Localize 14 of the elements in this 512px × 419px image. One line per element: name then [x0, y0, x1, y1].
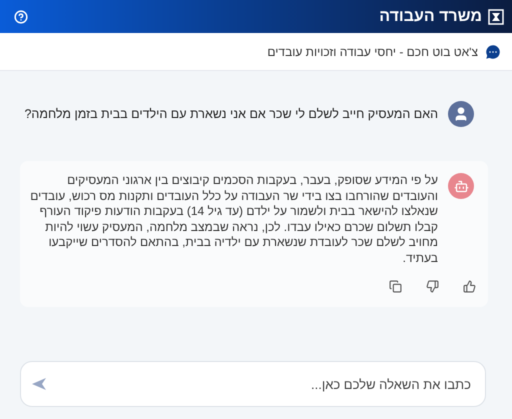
chat-bubble-icon [484, 42, 502, 60]
copy-button[interactable] [389, 280, 402, 293]
question-field[interactable]: כתבו את השאלה שלכם כאן... [20, 361, 486, 407]
chat-title: צ'אט בוט חכם - יחסי עבודה וזכויות עובדים [267, 44, 478, 58]
help-icon[interactable] [14, 10, 28, 24]
header-title: משרד העבודה [379, 8, 482, 26]
user-avatar-icon [448, 101, 474, 127]
thumbs-down-button[interactable] [426, 280, 439, 293]
bot-message: על פי המידע שסופק, בעבר, בעקבות הסכמים קיבוצים בין ארגוני המעסיקים והעובדים שהורחבו בצו בידי שר העבודה על כלל העובדים ותקנות מס רכוש, עובדים שנאלצו להישאר בבית ולשמור על ילדם (עד גיל 14) בעקבות הודעות פיקוד העורף קבלו תשלום שכרם כאילו עבדו. לכן, נראה שבמצב מלחמה, המעסיק עשוי להיות מחויב לשלם שכר לעובדת שנשארת עם ילדיה בבית, בהתאם להסדרים שייקבעו בעתיד. [29, 173, 438, 266]
emblem-icon [488, 8, 504, 24]
user-message: האם המעסיק חייב לשלם לי שכר אם אני נשארת עם הילדים בבית בזמן מלחמה? [24, 107, 438, 121]
thumbs-up-button[interactable] [463, 280, 476, 293]
bot-avatar-icon [448, 173, 474, 199]
question-input-field[interactable]: כתבו את השאלה שלכם כאן... [47, 376, 473, 392]
